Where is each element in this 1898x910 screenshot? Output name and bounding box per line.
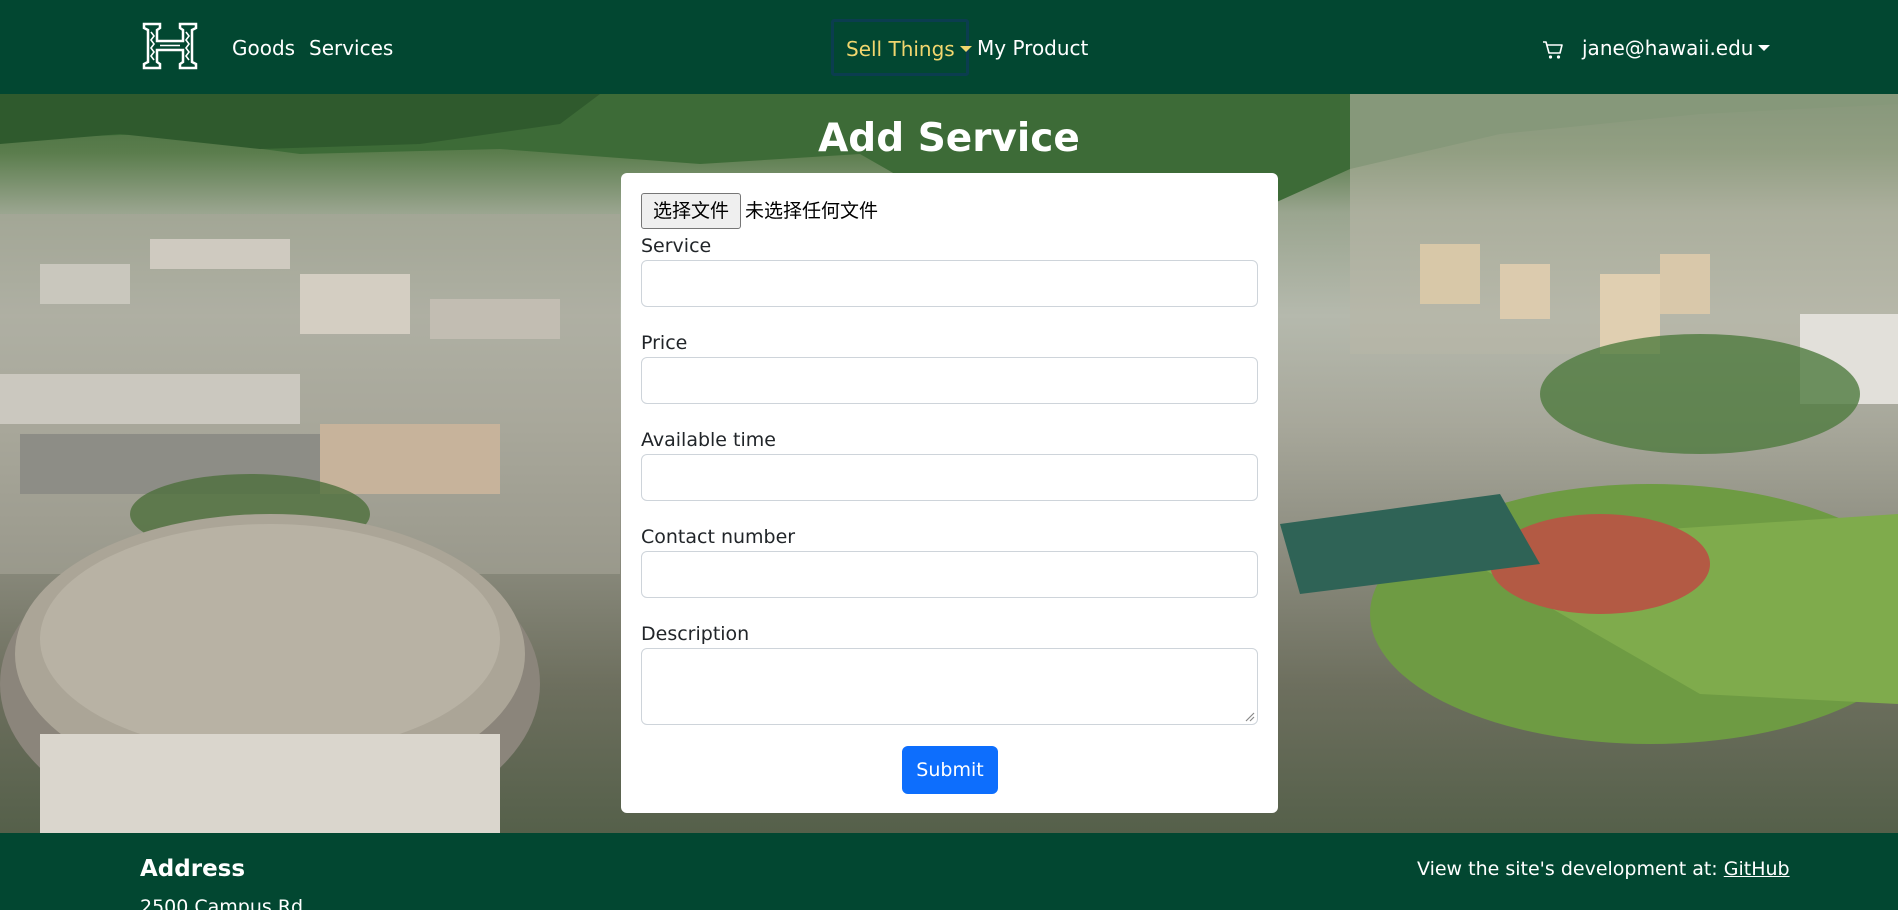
sell-things-label: Sell Things: [846, 37, 955, 61]
add-service-form: 选择文件 未选择任何文件 Service Price Available tim…: [621, 173, 1278, 813]
nav-goods[interactable]: Goods: [232, 36, 295, 60]
choose-file-button[interactable]: 选择文件: [641, 193, 741, 229]
user-email: jane@hawaii.edu: [1582, 36, 1754, 60]
chevron-down-icon: [1758, 45, 1771, 51]
available-time-label: Available time: [641, 429, 776, 451]
price-input[interactable]: [641, 357, 1258, 404]
service-input[interactable]: [641, 260, 1258, 307]
available-time-input[interactable]: [641, 454, 1258, 501]
nav-services[interactable]: Services: [309, 36, 393, 60]
submit-button[interactable]: Submit: [902, 746, 998, 794]
price-label: Price: [641, 332, 688, 354]
footer-address-heading: Address: [140, 856, 246, 882]
uh-logo[interactable]: [140, 22, 200, 70]
github-link[interactable]: GitHub: [1724, 858, 1790, 880]
description-textarea[interactable]: [641, 648, 1258, 725]
contact-number-label: Contact number: [641, 526, 796, 548]
description-label: Description: [641, 623, 750, 645]
nav-my-product[interactable]: My Product: [977, 36, 1088, 60]
page-title: Add Service: [818, 116, 1080, 161]
resize-handle-icon[interactable]: [1245, 712, 1255, 722]
cart-icon[interactable]: [1542, 40, 1564, 60]
contact-number-input[interactable]: [641, 551, 1258, 598]
uh-logo-icon: [142, 22, 198, 70]
file-status: 未选择任何文件: [745, 200, 879, 222]
cart-icon-glyph: [1543, 41, 1563, 59]
footer: Address 2500 Campus Rd View the site's d…: [0, 833, 1898, 910]
service-label: Service: [641, 235, 712, 257]
footer-dev-text: View the site's development at: GitHub: [1417, 857, 1790, 881]
user-menu-dropdown[interactable]: jane@hawaii.edu: [1582, 36, 1771, 60]
sell-things-dropdown[interactable]: Sell Things: [831, 19, 972, 76]
chevron-down-icon: [959, 46, 972, 52]
top-navbar: Goods Services Sell Things My Product ja…: [0, 0, 1898, 94]
footer-address-line: 2500 Campus Rd: [140, 896, 304, 910]
footer-dev-label: View the site's development at:: [1417, 858, 1724, 880]
